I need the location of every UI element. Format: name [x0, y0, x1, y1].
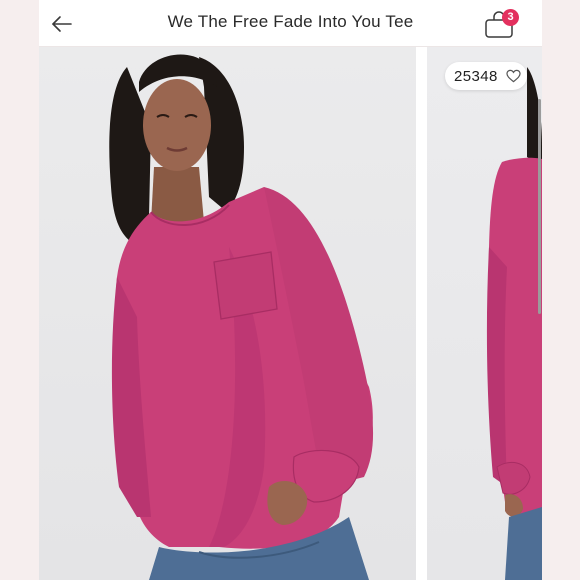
page-title: We The Free Fade Into You Tee	[167, 12, 414, 31]
like-count: 25348	[454, 68, 498, 85]
back-button[interactable]	[49, 11, 75, 37]
heart-outline-icon	[506, 69, 521, 83]
product-photo-front[interactable]	[39, 47, 416, 580]
app-screen: We The Free Fade Into You Tee 3 25348	[39, 0, 542, 580]
product-gallery[interactable]: 25348	[39, 47, 542, 580]
product-photo-side[interactable]	[427, 47, 542, 580]
model-side-illustration	[486, 67, 542, 580]
cart-count-badge: 3	[502, 9, 519, 26]
back-arrow-icon	[52, 16, 72, 32]
model-front-illustration	[109, 54, 374, 580]
top-bar: We The Free Fade Into You Tee 3	[39, 0, 542, 47]
gallery-scrollbar[interactable]	[538, 99, 541, 314]
like-button[interactable]: 25348	[445, 62, 527, 90]
gallery-divider	[416, 47, 427, 580]
